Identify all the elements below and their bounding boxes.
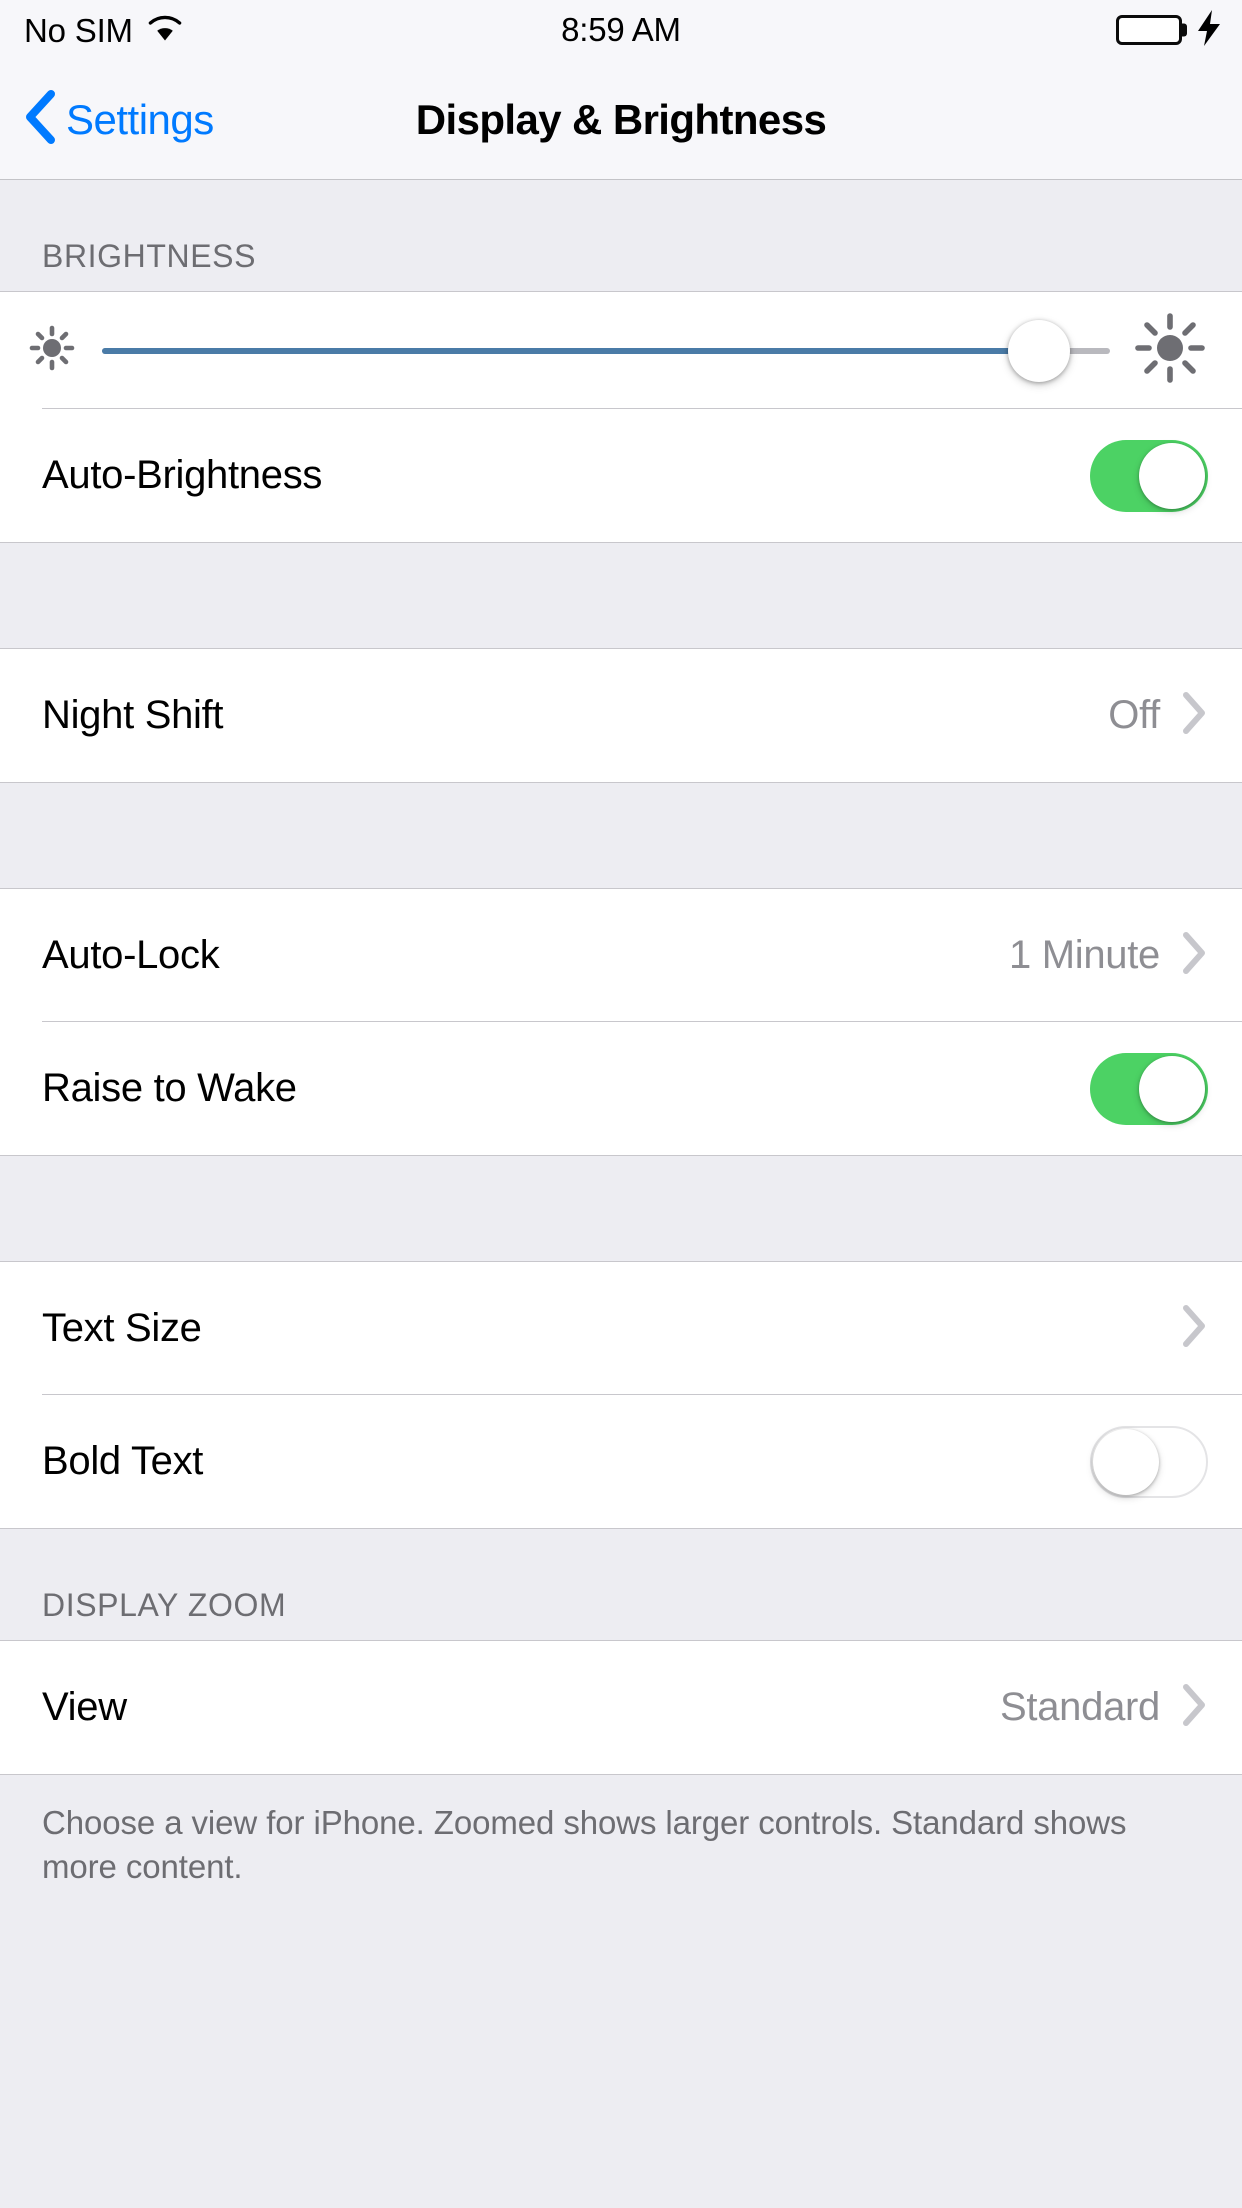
raise-to-wake-label: Raise to Wake bbox=[42, 1066, 297, 1110]
toggle-knob bbox=[1093, 1428, 1159, 1495]
night-shift-label: Night Shift bbox=[42, 693, 224, 737]
sun-small-icon bbox=[24, 320, 80, 381]
chevron-right-icon bbox=[1182, 1683, 1208, 1732]
navigation-bar: Settings Display & Brightness bbox=[0, 60, 1242, 180]
bold-text-label: Bold Text bbox=[42, 1439, 204, 1483]
status-bar-left: No SIM bbox=[24, 14, 183, 47]
chevron-right-icon bbox=[1182, 691, 1208, 740]
sun-large-icon bbox=[1132, 310, 1208, 391]
carrier-label: No SIM bbox=[24, 11, 133, 49]
group-night-shift: Night Shift Off bbox=[0, 648, 1242, 783]
auto-brightness-label: Auto-Brightness bbox=[42, 453, 323, 497]
raise-to-wake-toggle[interactable] bbox=[1090, 1052, 1208, 1125]
toggle-knob bbox=[1139, 442, 1205, 509]
auto-lock-value: 1 Minute bbox=[1008, 933, 1160, 977]
bold-text-toggle[interactable] bbox=[1090, 1425, 1208, 1498]
battery-icon bbox=[1116, 15, 1187, 45]
row-auto-lock[interactable]: Auto-Lock 1 Minute bbox=[0, 889, 1242, 1022]
display-zoom-footer-note: Choose a view for iPhone. Zoomed shows l… bbox=[0, 1775, 1242, 1889]
auto-lock-label: Auto-Lock bbox=[42, 933, 220, 977]
lightning-bolt-icon bbox=[1196, 9, 1222, 51]
chevron-right-icon bbox=[1182, 931, 1208, 980]
back-button-label: Settings bbox=[66, 95, 214, 143]
view-label: View bbox=[42, 1685, 127, 1729]
chevron-right-icon bbox=[1182, 1304, 1208, 1353]
row-auto-brightness[interactable]: Auto-Brightness bbox=[0, 409, 1242, 542]
toggle-knob bbox=[1139, 1055, 1205, 1122]
auto-lock-accessory: 1 Minute bbox=[1009, 931, 1208, 980]
group-display-zoom: View Standard bbox=[0, 1640, 1242, 1775]
night-shift-accessory: Off bbox=[1108, 691, 1208, 740]
slider-fill bbox=[102, 347, 1040, 354]
back-button[interactable]: Settings bbox=[0, 90, 214, 149]
row-bold-text[interactable]: Bold Text bbox=[0, 1395, 1242, 1528]
iphone-settings-screen: No SIM 8:59 AM Settings Display & Bright… bbox=[0, 0, 1242, 2208]
status-bar-right bbox=[1116, 0, 1222, 60]
clock-label: 8:59 AM bbox=[561, 11, 681, 48]
row-raise-to-wake[interactable]: Raise to Wake bbox=[0, 1022, 1242, 1155]
section-gap bbox=[0, 1156, 1242, 1261]
row-view[interactable]: View Standard bbox=[0, 1641, 1242, 1774]
section-header-brightness: BRIGHTNESS bbox=[0, 180, 1242, 291]
row-night-shift[interactable]: Night Shift Off bbox=[0, 649, 1242, 782]
section-gap bbox=[0, 543, 1242, 648]
view-value: Standard bbox=[1000, 1685, 1160, 1729]
settings-list: BRIGHTNESS Auto-Brightness Night Shift O… bbox=[0, 180, 1242, 2208]
slider-thumb[interactable] bbox=[1008, 319, 1071, 382]
group-text: Text Size Bold Text bbox=[0, 1261, 1242, 1529]
brightness-slider-row[interactable] bbox=[0, 292, 1242, 409]
auto-brightness-toggle[interactable] bbox=[1090, 439, 1208, 512]
section-gap bbox=[0, 783, 1242, 888]
view-accessory: Standard bbox=[1000, 1683, 1208, 1732]
text-size-label: Text Size bbox=[42, 1306, 202, 1350]
section-header-display-zoom: DISPLAY ZOOM bbox=[0, 1529, 1242, 1640]
brightness-slider[interactable] bbox=[102, 306, 1110, 396]
row-text-size[interactable]: Text Size bbox=[0, 1262, 1242, 1395]
chevron-left-icon bbox=[24, 90, 56, 149]
status-bar: No SIM 8:59 AM bbox=[0, 0, 1242, 60]
text-size-accessory bbox=[1182, 1304, 1208, 1353]
group-brightness: Auto-Brightness bbox=[0, 291, 1242, 543]
group-lock: Auto-Lock 1 Minute Raise to Wake bbox=[0, 888, 1242, 1156]
night-shift-value: Off bbox=[1108, 693, 1160, 737]
wifi-icon bbox=[147, 14, 183, 47]
